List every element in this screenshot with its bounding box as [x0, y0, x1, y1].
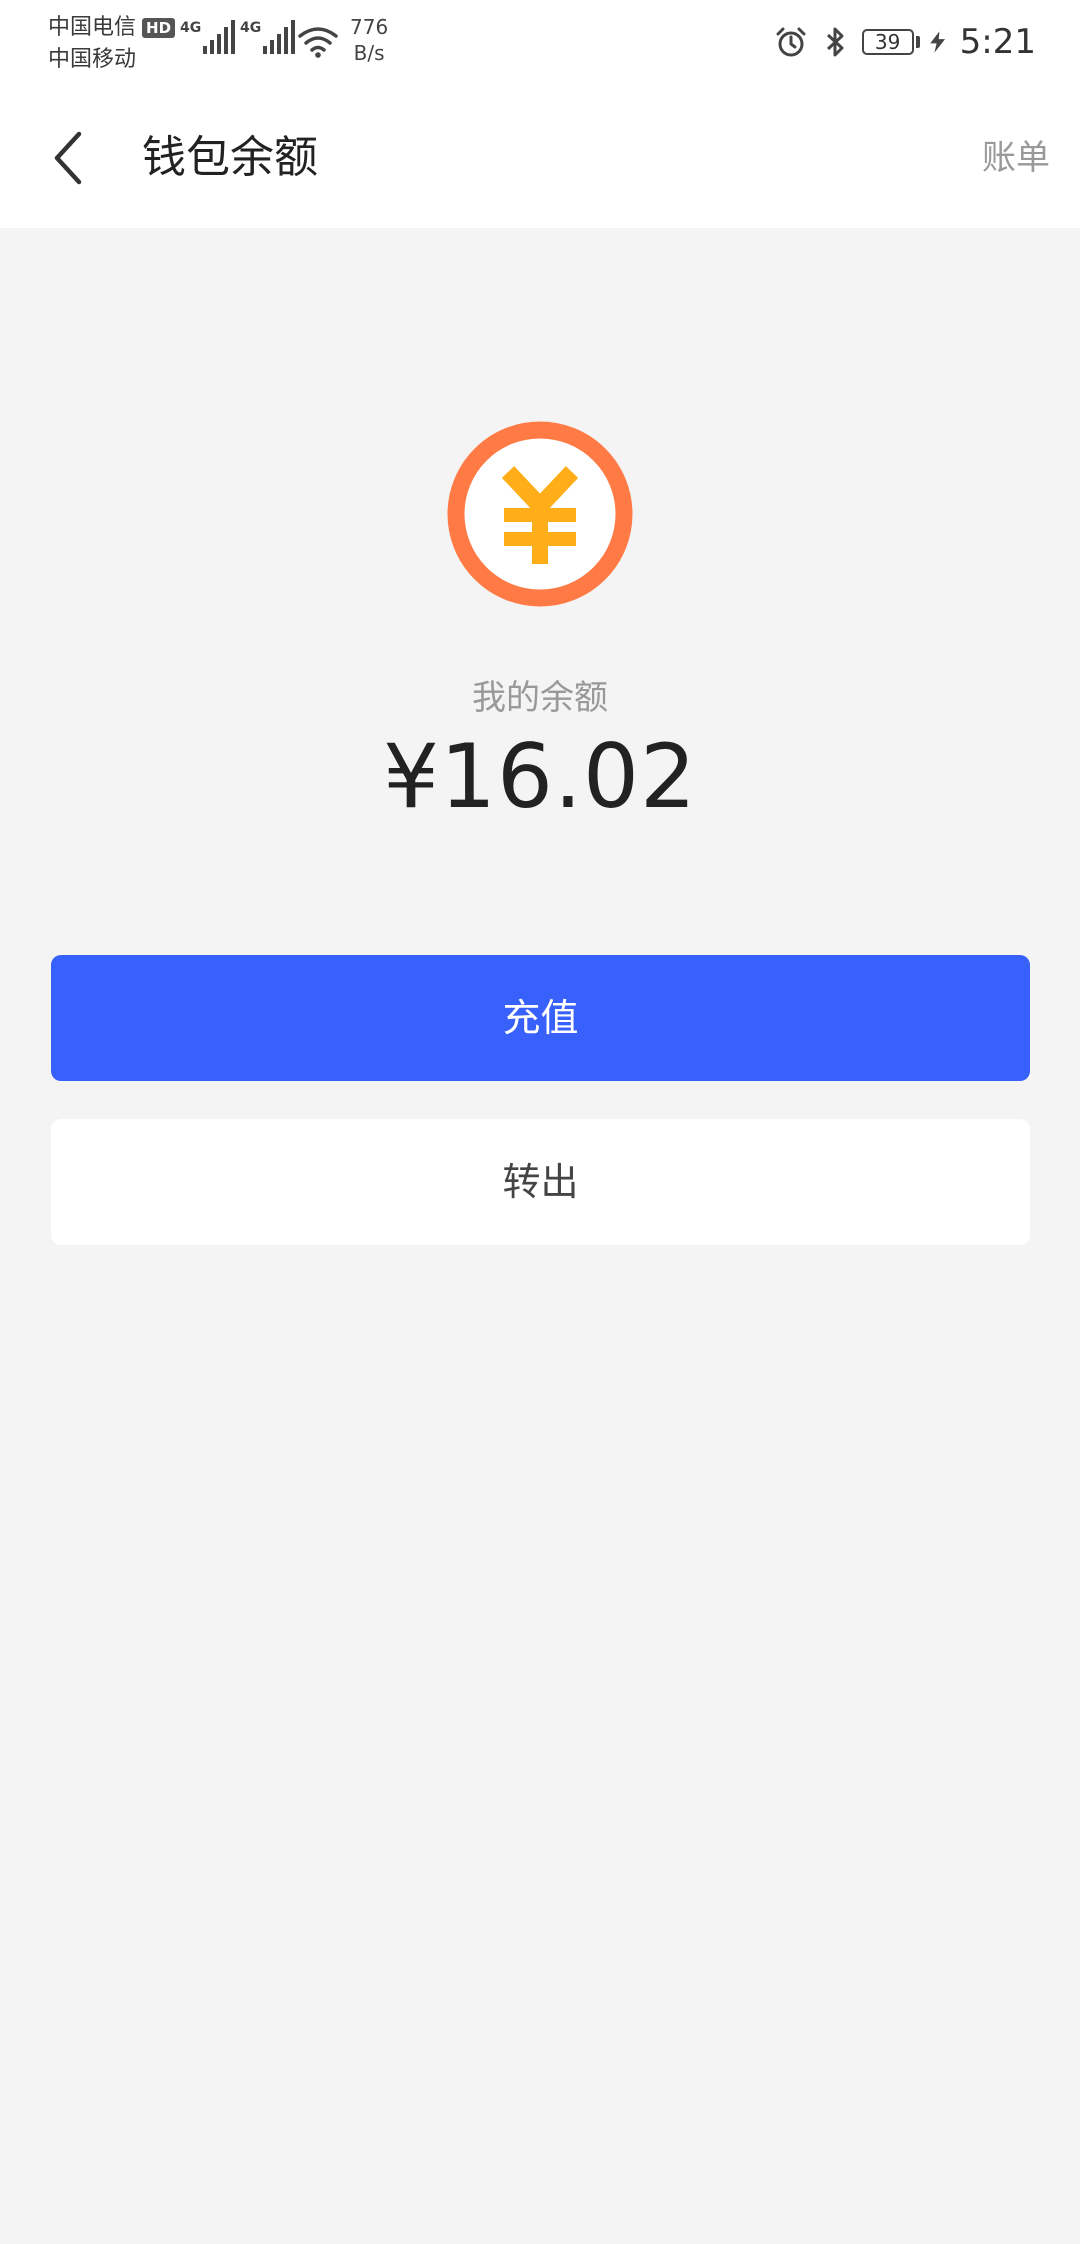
withdraw-button[interactable]: 转出	[51, 1119, 1030, 1245]
network-type-1: 4G	[180, 20, 202, 36]
yuan-coin-icon	[447, 421, 633, 607]
wifi-icon	[298, 27, 338, 58]
carrier-info: 中国电信 HD 中国移动	[48, 12, 176, 76]
speed-unit: B/s	[353, 41, 385, 65]
status-right: 39 5:21	[774, 22, 1036, 62]
nav-bar: 钱包余额 账单	[0, 88, 1080, 228]
hd-badge: HD	[142, 18, 176, 38]
signal-bars-1-icon	[203, 20, 238, 54]
network-speed: 776 B/s	[350, 14, 388, 66]
page-title: 钱包余额	[142, 132, 318, 183]
wallet-balance-screen: 中国电信 HD 中国移动 4G 4G 776 B/s 39 5:21 钱包余额 …	[0, 0, 1080, 2244]
bill-link[interactable]: 账单	[982, 132, 1050, 184]
signal-2: 4G	[240, 20, 298, 54]
signal-bars-2-icon	[263, 20, 298, 54]
battery-level: 39	[861, 29, 914, 55]
carrier-2-name: 中国移动	[48, 47, 137, 72]
alarm-clock-icon	[776, 27, 806, 57]
status-time: 5:21	[959, 22, 1036, 62]
balance-amount: ¥16.02	[383, 725, 697, 828]
back-button[interactable]	[38, 124, 98, 192]
status-bar: 中国电信 HD 中国移动 4G 4G 776 B/s 39 5:21	[0, 0, 1080, 88]
speed-value: 776	[350, 15, 389, 39]
charging-bolt-icon	[929, 31, 945, 53]
carrier-1-name: 中国电信	[48, 15, 137, 40]
balance-label: 我的余额	[472, 678, 608, 718]
recharge-button[interactable]: 充值	[51, 955, 1030, 1081]
chevron-left-icon	[54, 131, 82, 185]
battery-indicator: 39	[861, 29, 920, 55]
bluetooth-icon	[826, 27, 844, 57]
signal-1: 4G	[180, 20, 238, 54]
network-type-2: 4G	[240, 20, 262, 36]
